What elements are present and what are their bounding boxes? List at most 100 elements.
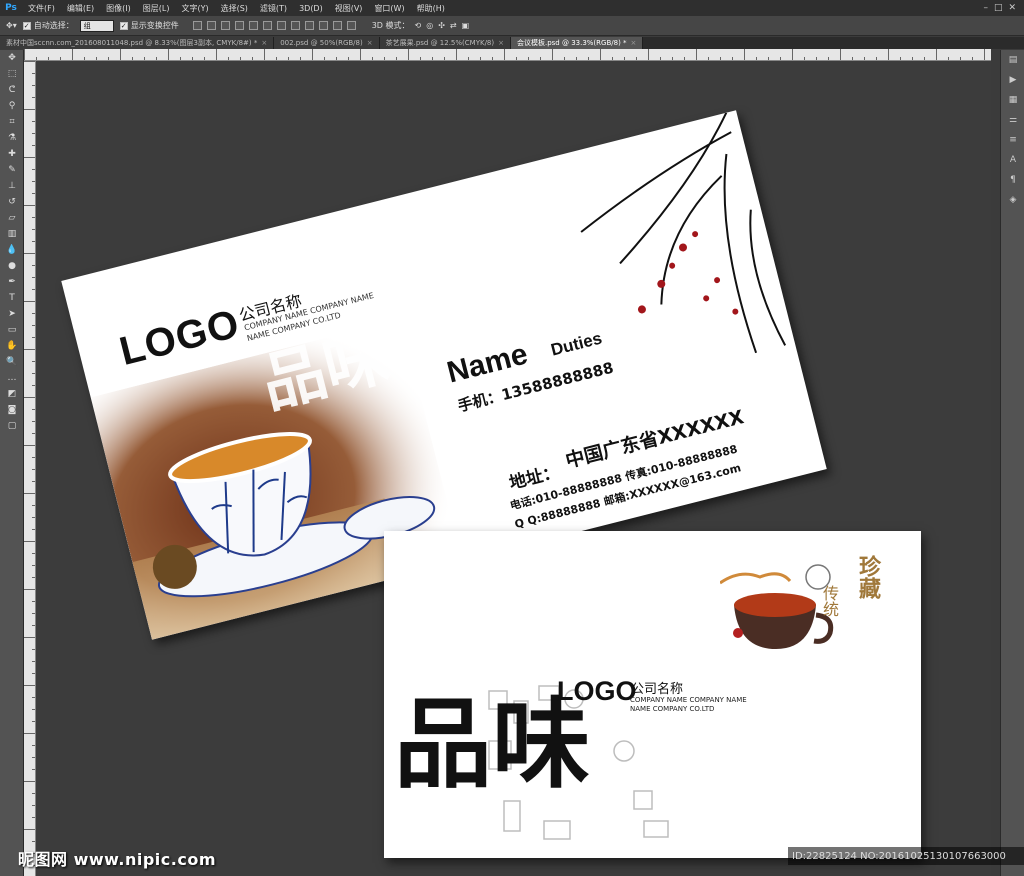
swatches-panel-icon[interactable]: ▦ bbox=[1001, 90, 1024, 110]
crop-tool-icon[interactable]: ⌗ bbox=[0, 114, 24, 130]
menu-edit[interactable]: 编辑(E) bbox=[61, 3, 100, 14]
menu-image[interactable]: 图像(I) bbox=[100, 3, 137, 14]
document-tab-active[interactable]: 会议模板.psd @ 33.3%(RGB/8) * × bbox=[510, 37, 644, 49]
color-swatches-icon[interactable]: ◩ bbox=[0, 386, 24, 402]
auto-select-checkbox[interactable]: ✓ 自动选择： bbox=[22, 20, 74, 31]
quick-select-tool-icon[interactable]: ⚲ bbox=[0, 98, 24, 114]
menu-type[interactable]: 文字(Y) bbox=[175, 3, 214, 14]
eyedropper-tool-icon[interactable]: ⚗ bbox=[0, 130, 24, 146]
properties-panel-icon[interactable]: ≡ bbox=[1001, 130, 1024, 150]
adjustments-panel-icon[interactable]: ⚌ bbox=[1001, 110, 1024, 130]
ruler-tick bbox=[24, 253, 35, 254]
tab-label: 002.psd @ 50%(RGB/8) bbox=[280, 39, 363, 47]
healing-tool-icon[interactable]: ✚ bbox=[0, 146, 24, 162]
minimize-icon[interactable]: – bbox=[983, 3, 988, 13]
align-left-icon[interactable] bbox=[234, 21, 244, 30]
blur-tool-icon[interactable]: 💧 bbox=[0, 242, 24, 258]
maximize-icon[interactable]: □ bbox=[994, 3, 1003, 13]
history-brush-tool-icon[interactable]: ↺ bbox=[0, 194, 24, 210]
ruler-tick bbox=[648, 49, 649, 60]
distribute-top-icon[interactable] bbox=[276, 21, 286, 30]
distribute-vcenter-icon[interactable] bbox=[290, 21, 300, 30]
close-icon[interactable]: × bbox=[631, 39, 637, 47]
eraser-tool-icon[interactable]: ▱ bbox=[0, 210, 24, 226]
close-icon[interactable]: × bbox=[261, 39, 267, 47]
checkbox-checked-icon[interactable]: ✓ bbox=[22, 21, 31, 30]
menu-filter[interactable]: 滤镜(T) bbox=[254, 3, 293, 14]
3d-slide-icon[interactable]: ⇄ bbox=[450, 21, 457, 30]
distribute-hcenter-icon[interactable] bbox=[332, 21, 342, 30]
menu-view[interactable]: 视图(V) bbox=[329, 3, 369, 14]
vertical-ruler[interactable] bbox=[24, 61, 36, 876]
brush-tool-icon[interactable]: ✎ bbox=[0, 162, 24, 178]
type-tool-icon[interactable]: T bbox=[0, 290, 24, 306]
distribute-right-icon[interactable] bbox=[346, 21, 356, 30]
quick-mask-icon[interactable]: ◙ bbox=[0, 402, 24, 418]
photoshop-window: Ps 文件(F) 编辑(E) 图像(I) 图层(L) 文字(Y) 选择(S) 滤… bbox=[0, 0, 1024, 876]
pen-tool-icon[interactable]: ✒ bbox=[0, 274, 24, 290]
watermark-left: 昵图网 www.nipic.com bbox=[18, 850, 216, 869]
ruler-tick bbox=[312, 49, 313, 60]
distribute-bottom-icon[interactable] bbox=[304, 21, 314, 30]
ruler-tick bbox=[24, 109, 35, 110]
document-tab[interactable]: 素材中国sccnn.com_20160801104​8.psd @ 8.33%(… bbox=[0, 37, 275, 49]
horizontal-ruler[interactable] bbox=[24, 49, 991, 61]
3d-scale-icon[interactable]: ▣ bbox=[462, 21, 470, 30]
3d-rotate-icon[interactable]: ⟲ bbox=[415, 21, 422, 30]
move-tool-icon[interactable]: ✥▾ bbox=[6, 21, 17, 30]
ruler-tick bbox=[24, 781, 35, 782]
zoom-tool-icon[interactable]: 🔍 bbox=[0, 354, 24, 370]
3d-pan-icon[interactable]: ✣ bbox=[438, 21, 445, 30]
checkbox-checked-icon[interactable]: ✓ bbox=[119, 21, 128, 30]
align-hcenter-icon[interactable] bbox=[248, 21, 258, 30]
auto-select-label: 自动选择： bbox=[33, 21, 74, 30]
menu-window[interactable]: 窗口(W) bbox=[368, 3, 410, 14]
hand-tool-icon[interactable]: ✋ bbox=[0, 338, 24, 354]
gradient-tool-icon[interactable]: ▥ bbox=[0, 226, 24, 242]
more-tools-icon[interactable]: … bbox=[0, 370, 24, 386]
calligraphy-pinwei: 品味 bbox=[394, 687, 591, 802]
character-panel-icon[interactable]: A bbox=[1001, 150, 1024, 170]
close-icon[interactable]: × bbox=[498, 39, 504, 47]
ruler-tick bbox=[120, 49, 121, 60]
app-logo[interactable]: Ps bbox=[0, 0, 22, 16]
close-icon[interactable]: × bbox=[367, 39, 373, 47]
screen-mode-icon[interactable]: ▢ bbox=[0, 418, 24, 434]
lasso-tool-icon[interactable]: ᕦ bbox=[0, 82, 24, 98]
ruler-tick bbox=[936, 49, 937, 60]
dodge-tool-icon[interactable]: ● bbox=[0, 258, 24, 274]
clone-stamp-tool-icon[interactable]: ⊥ bbox=[0, 178, 24, 194]
align-top-icon[interactable] bbox=[192, 21, 202, 30]
shape-tool-icon[interactable]: ▭ bbox=[0, 322, 24, 338]
zhencang-text: 珍藏 bbox=[855, 555, 881, 599]
panel-dock: ▤ ▶ ▦ ⚌ ≡ A ¶ ◈ bbox=[1000, 50, 1024, 876]
document-tab[interactable]: 002.psd @ 50%(RGB/8) × bbox=[274, 37, 380, 49]
3d-roll-icon[interactable]: ◎ bbox=[426, 21, 433, 30]
align-right-icon[interactable] bbox=[262, 21, 272, 30]
document-tab[interactable]: 茶艺展果.psd @ 12.5%(CMYK/8) × bbox=[379, 37, 511, 49]
menu-file[interactable]: 文件(F) bbox=[22, 3, 61, 14]
distribute-left-icon[interactable] bbox=[318, 21, 328, 30]
ruler-tick bbox=[360, 49, 361, 60]
paragraph-panel-icon[interactable]: ¶ bbox=[1001, 170, 1024, 190]
company-name-en-line2: NAME COMPANY CO.LTD bbox=[630, 705, 715, 713]
3d-panel-icon[interactable]: ◈ bbox=[1001, 190, 1024, 210]
3d-mode-group: 3D 模式： ⟲ ◎ ✣ ⇄ ▣ bbox=[372, 20, 469, 31]
menu-select[interactable]: 选择(S) bbox=[215, 3, 254, 14]
card-logo: LOGO bbox=[557, 676, 637, 706]
path-select-tool-icon[interactable]: ➤ bbox=[0, 306, 24, 322]
align-vcenter-icon[interactable] bbox=[206, 21, 216, 30]
show-transform-checkbox[interactable]: ✓ 显示变换控件 bbox=[119, 20, 179, 31]
menu-3d[interactable]: 3D(D) bbox=[293, 4, 329, 13]
actions-panel-icon[interactable]: ▶ bbox=[1001, 70, 1024, 90]
align-bottom-icon[interactable] bbox=[220, 21, 230, 30]
move-tool-icon[interactable]: ✥ bbox=[0, 50, 24, 66]
auto-select-dropdown[interactable]: 组 bbox=[79, 19, 114, 32]
menu-layer[interactable]: 图层(L) bbox=[137, 3, 176, 14]
marquee-tool-icon[interactable]: ⬚ bbox=[0, 66, 24, 82]
ruler-tick bbox=[600, 49, 601, 60]
menu-help[interactable]: 帮助(H) bbox=[411, 3, 451, 14]
close-icon[interactable]: ✕ bbox=[1008, 3, 1016, 13]
history-panel-icon[interactable]: ▤ bbox=[1001, 50, 1024, 70]
business-card-back[interactable]: 品味 LOGO 公司名称 COMPANY NAME COMPANY NAME N… bbox=[384, 531, 921, 858]
